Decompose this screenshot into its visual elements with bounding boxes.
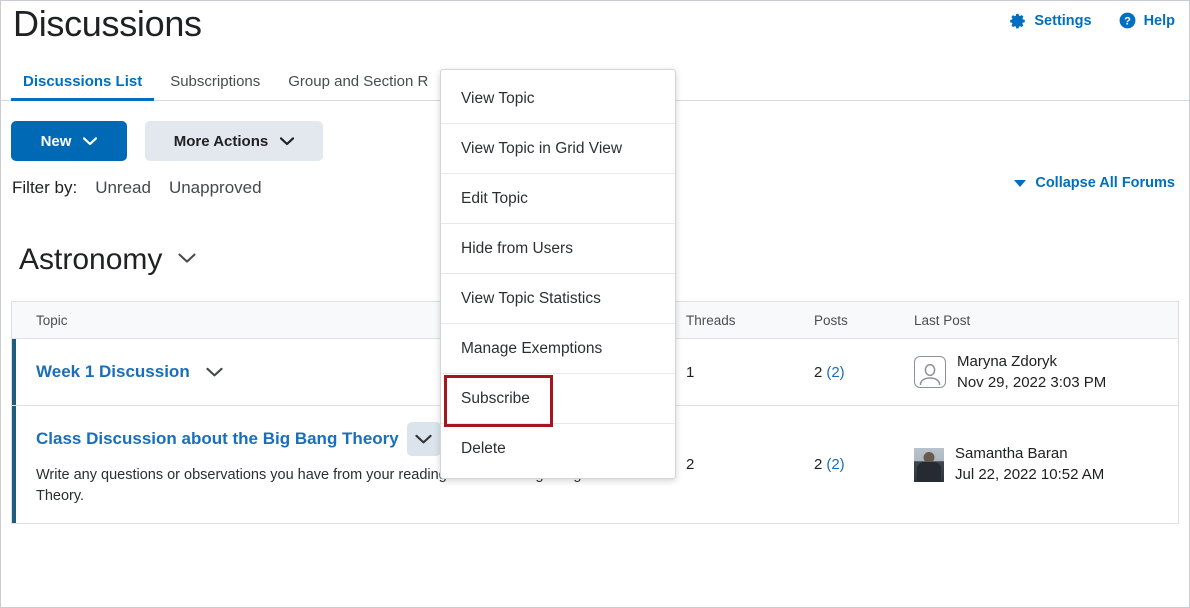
column-header-threads: Threads: [686, 312, 736, 328]
collapse-all-forums-button[interactable]: Collapse All Forums: [1014, 175, 1175, 191]
posts-unread[interactable]: (2): [826, 456, 844, 473]
menu-item-view-topic-statistics[interactable]: View Topic Statistics: [441, 274, 675, 324]
avatar: [914, 356, 946, 388]
last-post-cell: Maryna Zdoryk Nov 29, 2022 3:03 PM: [904, 339, 1178, 405]
threads-count: 1: [686, 363, 695, 381]
svg-text:?: ?: [1124, 15, 1131, 27]
menu-item-view-topic-in-grid-view[interactable]: View Topic in Grid View: [441, 124, 675, 174]
help-circle-icon: ?: [1118, 11, 1137, 30]
posts-total: 2: [814, 363, 823, 381]
tab-group-and-section-restrictions[interactable]: Group and Section R: [274, 74, 442, 100]
menu-item-delete[interactable]: Delete: [441, 424, 675, 474]
help-label: Help: [1143, 12, 1175, 29]
last-post-cell: Samantha Baran Jul 22, 2022 10:52 AM: [904, 406, 1178, 523]
threads-count: 2: [686, 456, 695, 474]
topic-actions-chevron-icon[interactable]: [198, 355, 232, 389]
last-post-author[interactable]: Maryna Zdoryk: [957, 353, 1106, 371]
new-button[interactable]: New: [11, 121, 127, 161]
topic-link-class-discussion-big-bang-theory[interactable]: Class Discussion about the Big Bang Theo…: [36, 428, 399, 449]
page-title: Discussions: [13, 3, 202, 44]
chevron-down-icon: [83, 133, 98, 150]
last-post-author[interactable]: Samantha Baran: [955, 445, 1104, 463]
last-post-date: Jul 22, 2022 10:52 AM: [955, 466, 1105, 484]
chevron-down-icon[interactable]: [178, 251, 196, 269]
menu-item-view-topic[interactable]: View Topic: [441, 74, 675, 124]
menu-item-manage-exemptions[interactable]: Manage Exemptions: [441, 324, 675, 374]
topic-actions-chevron-icon[interactable]: [406, 422, 441, 456]
posts-total: 2: [814, 456, 823, 474]
filter-by-label: Filter by:: [12, 178, 78, 197]
settings-label: Settings: [1034, 12, 1092, 29]
menu-item-hide-from-users[interactable]: Hide from Users: [441, 224, 675, 274]
topic-link-week-1-discussion[interactable]: Week 1 Discussion: [36, 361, 190, 382]
collapse-all-forums-label: Collapse All Forums: [1035, 175, 1175, 191]
column-header-posts: Posts: [814, 312, 848, 328]
avatar: [914, 447, 944, 482]
triangle-down-icon: [1014, 179, 1027, 187]
tab-subscriptions[interactable]: Subscriptions: [156, 74, 274, 100]
more-actions-label: More Actions: [173, 132, 269, 150]
posts-count: 2 (2): [808, 339, 904, 405]
settings-button[interactable]: Settings: [1009, 12, 1092, 30]
header-actions: Settings ? Help: [1009, 1, 1175, 30]
posts-count: 2 (2): [808, 406, 904, 523]
discussions-page: Discussions Settings ? Help Discussions …: [0, 0, 1190, 608]
forum-name: Astronomy: [19, 243, 163, 276]
menu-item-edit-topic[interactable]: Edit Topic: [441, 174, 675, 224]
filter-unapproved[interactable]: Unapproved: [169, 178, 262, 198]
posts-unread[interactable]: (2): [826, 364, 844, 381]
column-header-last-post: Last Post: [914, 312, 971, 328]
more-actions-button[interactable]: More Actions: [145, 121, 323, 161]
page-header: Discussions Settings ? Help: [1, 1, 1189, 57]
gear-icon: [1009, 12, 1027, 30]
menu-item-subscribe[interactable]: Subscribe: [441, 374, 675, 427]
tab-discussions-list[interactable]: Discussions List: [9, 74, 156, 101]
topic-context-menu: View Topic View Topic in Grid View Edit …: [440, 69, 676, 479]
help-button[interactable]: ? Help: [1118, 11, 1175, 30]
chevron-down-icon: [280, 133, 295, 150]
new-button-label: New: [40, 132, 72, 150]
filter-unread[interactable]: Unread: [95, 178, 151, 198]
last-post-date: Nov 29, 2022 3:03 PM: [957, 373, 1107, 391]
